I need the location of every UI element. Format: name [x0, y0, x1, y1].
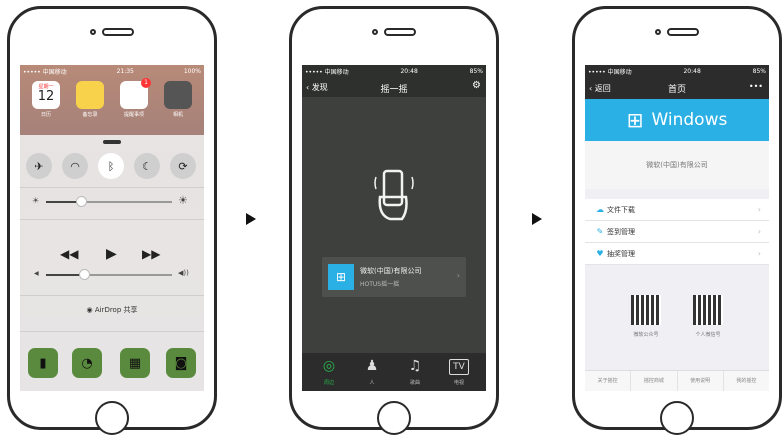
reminders-app-icon[interactable]: 1: [120, 78, 151, 109]
brightness-slider[interactable]: [46, 196, 172, 207]
windows-logo-icon: ⊞: [626, 108, 644, 132]
calculator-icon[interactable]: ▦: [120, 348, 150, 378]
next-arrow-icon: [246, 213, 256, 225]
volume-low-icon: ◀: [34, 270, 39, 277]
download-icon: ☁: [596, 205, 604, 214]
app-label: 备忘录: [82, 112, 98, 118]
page-title: 摇一摇: [380, 85, 408, 95]
menu-item-prize[interactable]: ♥ 抽奖管理 ›: [585, 243, 769, 265]
footer-nav: 关于摇控 摇控商城 使用说明 我的摇控: [585, 370, 769, 391]
footer-item[interactable]: 摇控商城: [631, 371, 678, 391]
phone-2: ••••• 中国移动 20:48 85% ‹ 发现 摇一摇 ⚙ ⊞ 微软(中国)…: [289, 6, 499, 435]
tab-nearby[interactable]: ◎ 周边: [314, 357, 344, 386]
signal-icon: ◎: [322, 358, 336, 374]
control-center-screen: ••••• 中国移动 21:35 100% 星期一 12 1 日历 备忘录 提醒…: [20, 65, 204, 391]
windows-page-screen: ••••• 中国移动 20:48 85% ‹ 返回 首页 ••• ⊞ Windo…: [585, 65, 769, 391]
home-button[interactable]: [660, 401, 694, 435]
home-button[interactable]: [377, 401, 411, 435]
settings-icon[interactable]: ⚙: [472, 80, 481, 91]
notification-badge: 1: [141, 78, 151, 88]
calendar-app-icon[interactable]: 星期一 12: [32, 81, 60, 109]
grabber-handle[interactable]: [103, 140, 121, 144]
shake-result-card[interactable]: ⊞ 微软(中国)有限公司 HOTUS摇一摇 ›: [322, 257, 466, 297]
phone-speaker: [372, 26, 416, 38]
more-button[interactable]: •••: [749, 82, 763, 91]
page-title: 首页: [667, 85, 686, 95]
home-button[interactable]: [95, 401, 129, 435]
company-name: 微软(中国)有限公司: [585, 141, 769, 189]
volume-slider[interactable]: [46, 269, 172, 280]
shake-hand-icon: [374, 167, 414, 223]
footer-item[interactable]: 使用说明: [678, 371, 724, 391]
app-label: 日历: [40, 112, 51, 118]
play-icon[interactable]: ▶: [106, 246, 117, 262]
notes-app-icon[interactable]: [76, 81, 104, 109]
moon-icon[interactable]: ☾: [134, 153, 160, 179]
status-bar: ••••• 中国移动 20:48 85%: [302, 65, 486, 77]
volume-high-icon: ◀)): [178, 269, 189, 277]
tab-tv[interactable]: TV 电视: [444, 357, 474, 386]
tab-bar: ◎ 周边 ♟ 人 ♫ 歌曲 TV 电视: [302, 353, 486, 391]
home-apps: 星期一 12 1 日历 备忘录 提醒事项 相机: [20, 77, 204, 137]
timer-icon[interactable]: ◔: [72, 348, 102, 378]
windows-logo-icon: ⊞: [328, 264, 354, 290]
app-label: 提醒事项: [123, 112, 144, 118]
qr-code-official: [631, 295, 661, 325]
shake-screen: ••••• 中国移动 20:48 85% ‹ 发现 摇一摇 ⚙ ⊞ 微软(中国)…: [302, 65, 486, 391]
tv-icon: TV: [449, 359, 469, 375]
menu-item-checkin[interactable]: ✎ 签到管理 ›: [585, 221, 769, 243]
qr-code-personal: [693, 295, 723, 325]
flashlight-icon[interactable]: ▮: [28, 348, 58, 378]
tab-songs[interactable]: ♫ 歌曲: [400, 357, 430, 386]
bluetooth-icon[interactable]: ᛒ: [98, 153, 124, 179]
tab-people[interactable]: ♟ 人: [357, 357, 387, 386]
phone-speaker: [90, 26, 134, 38]
person-icon: ♟: [365, 358, 379, 374]
result-name: 微软(中国)有限公司: [360, 267, 422, 275]
footer-item[interactable]: 我的摇控: [724, 371, 769, 391]
prize-icon: ♥: [596, 249, 604, 258]
fast-forward-icon[interactable]: ▶▶: [142, 247, 160, 261]
rewind-icon[interactable]: ◀◀: [60, 247, 78, 261]
camera-app-icon[interactable]: [164, 81, 192, 109]
menu-item-download[interactable]: ☁ 文件下载 ›: [585, 199, 769, 221]
camera-icon[interactable]: ◙: [166, 348, 196, 378]
airdrop-button[interactable]: ◉ AirDrop 共享: [20, 305, 204, 315]
wifi-icon[interactable]: ◠: [62, 153, 88, 179]
qr-label: 个人微信号: [695, 332, 721, 338]
phone-3: ••••• 中国移动 20:48 85% ‹ 返回 首页 ••• ⊞ Windo…: [572, 6, 782, 435]
app-label: 相机: [172, 112, 183, 118]
next-arrow-icon: [532, 213, 542, 225]
windows-banner: ⊞ Windows: [585, 99, 769, 141]
brightness-high-icon: ☀: [178, 194, 188, 207]
qr-label: 微软公众号: [633, 332, 659, 338]
footer-item[interactable]: 关于摇控: [585, 371, 632, 391]
phone-1: ••••• 中国移动 21:35 100% 星期一 12 1 日历 备忘录 提醒…: [7, 6, 217, 435]
status-bar: ••••• 中国移动 21:35 100%: [23, 67, 201, 76]
music-icon: ♫: [408, 358, 422, 374]
chevron-right-icon: ›: [456, 271, 460, 280]
phone-speaker: [655, 26, 699, 38]
nav-bar: ••••• 中国移动 20:48 85% ‹ 返回 首页 •••: [585, 65, 769, 99]
brightness-low-icon: ☀: [32, 196, 40, 205]
result-subtitle: HOTUS摇一摇: [360, 281, 400, 288]
nav-bar: ‹ 发现 摇一摇 ⚙: [302, 77, 486, 97]
airplane-icon[interactable]: ✈: [26, 153, 52, 179]
status-bar: ••••• 中国移动 20:48 85%: [588, 67, 766, 76]
checkin-icon: ✎: [596, 227, 604, 236]
rotation-lock-icon[interactable]: ⟳: [170, 153, 196, 179]
airdrop-icon: ◉: [86, 306, 95, 314]
control-center-panel: ✈ ◠ ᛒ ☾ ⟳ ☀ ☀ ◀◀ ▶ ▶▶ ◀ ◀)) ◉ AirDrop 共享: [20, 135, 204, 391]
